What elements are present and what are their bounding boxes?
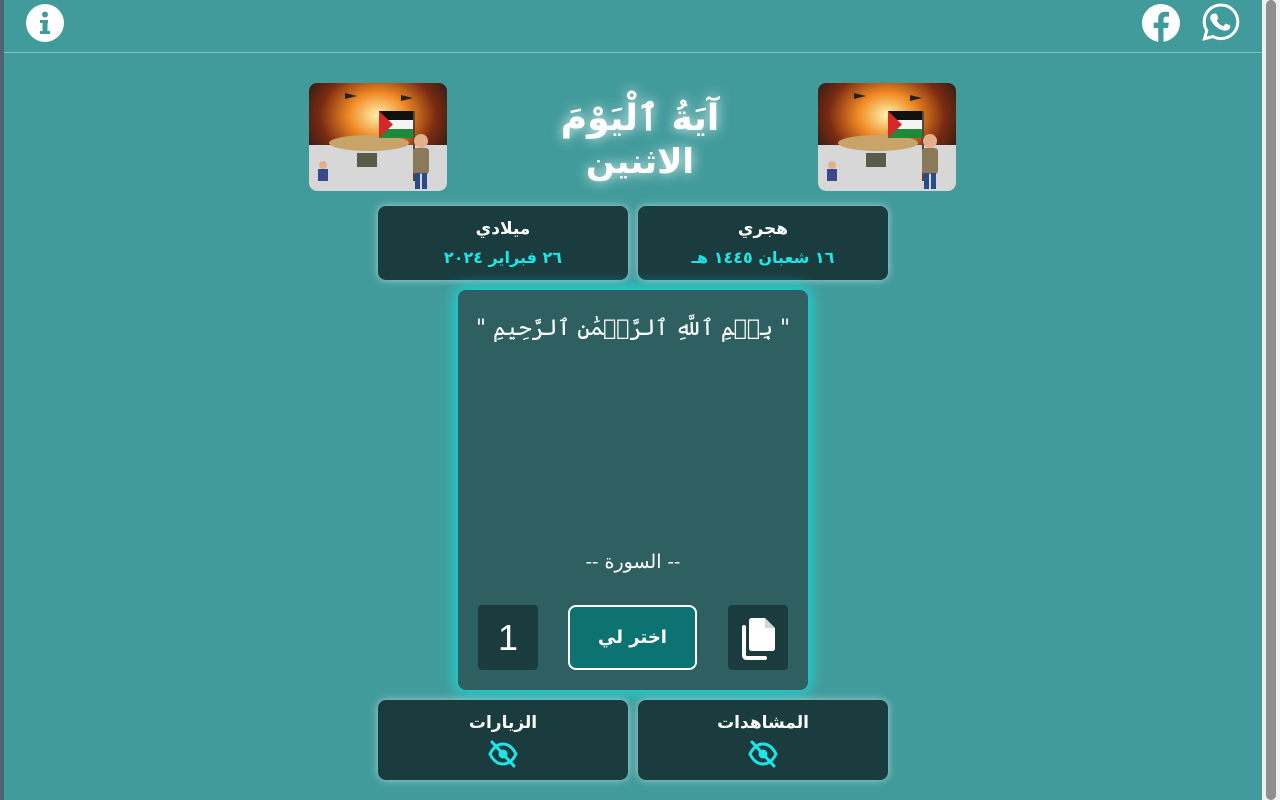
palestine-flag-image <box>818 83 956 191</box>
ayah-counter: 1 <box>478 605 538 670</box>
vertical-scrollbar[interactable] <box>1262 0 1280 800</box>
views-card: المشاهدات <box>638 700 888 780</box>
surah-name: -- السورة -- <box>585 551 681 573</box>
info-icon[interactable] <box>25 3 65 43</box>
visits-card: الزيارات <box>378 700 628 780</box>
copy-icon <box>742 618 775 660</box>
page-title: آيَةُ ٱلْيَوْمَ الاثنين <box>540 96 740 182</box>
scrollbar-thumb[interactable] <box>1266 0 1276 800</box>
day-name: الاثنين <box>585 142 695 182</box>
window-edge <box>0 0 4 800</box>
visits-label: الزيارات <box>468 713 538 733</box>
copy-button[interactable] <box>728 605 788 670</box>
gregorian-date: ٢٦ فبراير ٢٠٢٤ <box>443 248 563 267</box>
top-bar <box>4 0 1262 53</box>
choose-for-me-button[interactable]: اختر لي <box>568 605 697 670</box>
hijri-date: ١٦ شعبان ١٤٤٥ هـ <box>691 248 835 267</box>
whatsapp-icon[interactable] <box>1201 2 1241 42</box>
title-text: آيَةُ ٱلْيَوْمَ <box>560 98 720 139</box>
views-label: المشاهدات <box>717 713 809 733</box>
hijri-date-card: هجري ١٦ شعبان ١٤٤٥ هـ <box>638 206 888 280</box>
ayah-text: " بِسۡمِ ٱللَّهِ ٱلرَّحۡمَٰنِ ٱلرَّحِيمِ… <box>475 316 791 341</box>
eye-slash-icon[interactable] <box>747 740 779 768</box>
hijri-label: هجري <box>737 219 789 239</box>
eye-slash-icon[interactable] <box>487 740 519 768</box>
ayah-card: " بِسۡمِ ٱللَّهِ ٱلرَّحۡمَٰنِ ٱلرَّحِيمِ… <box>458 290 808 690</box>
gregorian-label: ميلادي <box>475 219 531 239</box>
palestine-flag-image <box>309 83 447 191</box>
facebook-icon[interactable] <box>1141 3 1181 43</box>
gregorian-date-card: ميلادي ٢٦ فبراير ٢٠٢٤ <box>378 206 628 280</box>
